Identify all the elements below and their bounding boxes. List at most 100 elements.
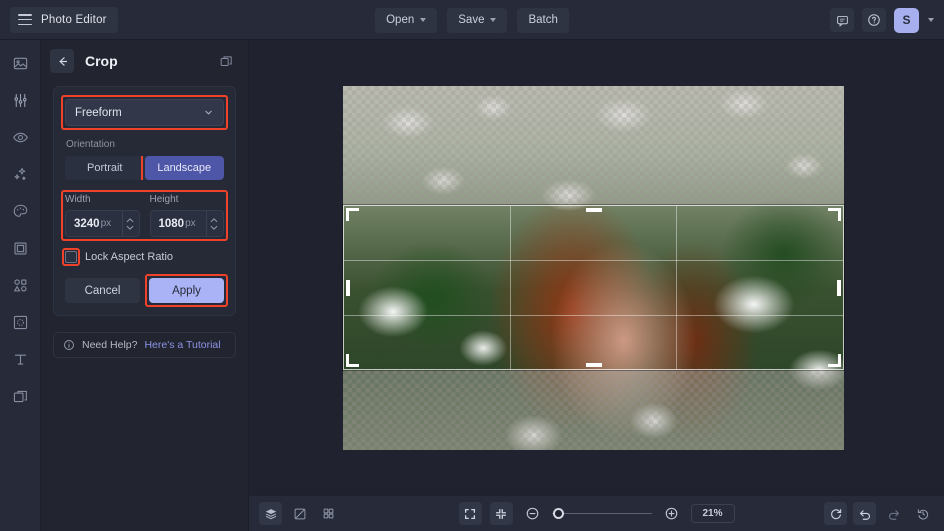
orientation-option-portrait[interactable]: Portrait	[65, 156, 145, 180]
crop-grid-line	[344, 260, 843, 261]
batch-button[interactable]: Batch	[517, 8, 568, 33]
width-stepper[interactable]	[122, 211, 134, 236]
chevron-down-icon	[420, 18, 426, 22]
redo-icon[interactable]	[882, 502, 905, 525]
height-input[interactable]: 1080 px	[150, 210, 225, 237]
zoom-in-icon[interactable]	[660, 502, 683, 525]
aspect-ratio-value: Freeform	[75, 107, 122, 119]
crop-handle-bottom-left[interactable]	[346, 354, 359, 367]
crop-handle-middle-left[interactable]	[346, 280, 350, 296]
photo-editor-window: Photo Editor Open Save Batch	[0, 0, 944, 531]
canvas-area[interactable]	[249, 40, 944, 495]
crop-handle-top-center[interactable]	[586, 208, 602, 212]
sidebar-item-layers[interactable]	[7, 383, 33, 409]
zoom-slider-track	[552, 513, 652, 515]
open-button-label: Open	[386, 14, 414, 26]
open-button[interactable]: Open	[375, 8, 437, 33]
save-button[interactable]: Save	[447, 8, 507, 33]
avatar[interactable]: S	[894, 8, 919, 33]
fit-screen-icon[interactable]	[459, 502, 482, 525]
width-value: 3240	[74, 218, 100, 230]
lock-aspect-label: Lock Aspect Ratio	[85, 251, 173, 263]
bottom-bar: 21%	[249, 495, 944, 531]
sidebar-item-image[interactable]	[7, 50, 33, 76]
actual-size-icon[interactable]	[490, 502, 513, 525]
cancel-button[interactable]: Cancel	[65, 278, 140, 303]
crop-handle-bottom-center[interactable]	[586, 363, 602, 367]
aspect-ratio-select[interactable]: Freeform	[65, 99, 224, 126]
chevron-down-icon	[490, 18, 496, 22]
zoom-level-value[interactable]: 21%	[691, 504, 735, 523]
apply-button[interactable]: Apply	[149, 278, 224, 303]
sidebar-item-adjust[interactable]	[7, 87, 33, 113]
lock-aspect-checkbox[interactable]	[65, 251, 77, 263]
crop-settings-card: Freeform Orientation Portrait Landscape …	[53, 86, 236, 316]
crop-handle-middle-right[interactable]	[837, 280, 841, 296]
chevron-down-icon[interactable]	[928, 18, 934, 22]
zoom-out-icon[interactable]	[521, 502, 544, 525]
compare-icon[interactable]	[288, 502, 311, 525]
app-title: Photo Editor	[41, 14, 107, 26]
app-menu-button[interactable]: Photo Editor	[10, 7, 118, 33]
top-bar-center-actions: Open Save Batch	[0, 0, 944, 40]
undo-icon[interactable]	[853, 502, 876, 525]
sidebar-item-text[interactable]	[7, 346, 33, 372]
crop-handle-top-right[interactable]	[828, 208, 841, 221]
zoom-slider[interactable]	[552, 507, 652, 521]
sidebar-item-effects[interactable]	[7, 161, 33, 187]
tool-rail	[0, 40, 41, 531]
rotate-icon[interactable]	[824, 502, 847, 525]
aspect-ratio-highlight: Freeform	[65, 99, 224, 126]
height-field-group: Height 1080 px	[150, 194, 225, 237]
sidebar-item-retouch[interactable]	[7, 124, 33, 150]
grid-view-icon[interactable]	[317, 502, 340, 525]
feedback-icon[interactable]	[830, 8, 854, 32]
hamburger-icon	[18, 14, 32, 25]
crop-handle-bottom-right[interactable]	[828, 354, 841, 367]
crop-actions: Cancel Apply	[65, 278, 224, 303]
transparency-checker-bottom	[343, 370, 844, 450]
sidebar-item-color[interactable]	[7, 198, 33, 224]
width-label: Width	[65, 194, 140, 205]
history-icon[interactable]	[911, 502, 934, 525]
width-input[interactable]: 3240 px	[65, 210, 140, 237]
help-banner[interactable]: Need Help? Here's a Tutorial	[53, 332, 236, 358]
bottom-bar-left	[259, 502, 340, 525]
size-fields-highlight: Width 3240 px Height	[65, 194, 224, 237]
help-link[interactable]: Here's a Tutorial	[144, 339, 220, 351]
sidebar-item-shapes[interactable]	[7, 272, 33, 298]
size-fields: Width 3240 px Height	[65, 194, 224, 237]
help-text: Need Help?	[82, 339, 137, 351]
arrow-left-icon[interactable]	[50, 49, 74, 73]
bottom-bar-right	[824, 502, 934, 525]
height-value: 1080	[159, 218, 185, 230]
transparency-checker-top	[343, 86, 844, 205]
sidebar-item-crop[interactable]	[7, 235, 33, 261]
height-unit: px	[185, 218, 206, 229]
top-bar-right-actions: S	[830, 0, 934, 40]
crop-panel: Crop Freeform Orientation Portrait	[41, 40, 249, 531]
crop-grid-line	[676, 206, 677, 369]
layers-stack-icon[interactable]	[259, 502, 282, 525]
top-bar: Photo Editor Open Save Batch	[0, 0, 944, 40]
height-label: Height	[150, 194, 225, 205]
crop-grid-line	[344, 315, 843, 316]
photo-container	[343, 86, 844, 450]
chevron-down-icon	[203, 107, 214, 118]
sidebar-item-frames[interactable]	[7, 309, 33, 335]
orientation-label: Orientation	[66, 139, 224, 150]
duplicate-icon[interactable]	[216, 51, 236, 71]
crop-rectangle[interactable]	[343, 205, 844, 370]
batch-button-label: Batch	[528, 14, 557, 26]
orientation-segmented-control: Portrait Landscape	[65, 156, 224, 180]
crop-handle-top-left[interactable]	[346, 208, 359, 221]
panel-header: Crop	[41, 40, 248, 82]
width-field-group: Width 3240 px	[65, 194, 140, 237]
orientation-option-landscape[interactable]: Landscape	[145, 156, 225, 180]
info-icon	[63, 339, 75, 351]
save-button-label: Save	[458, 14, 484, 26]
height-stepper[interactable]	[206, 211, 218, 236]
lock-aspect-row: Lock Aspect Ratio	[65, 251, 224, 263]
zoom-slider-knob[interactable]	[553, 508, 564, 519]
help-icon[interactable]	[862, 8, 886, 32]
